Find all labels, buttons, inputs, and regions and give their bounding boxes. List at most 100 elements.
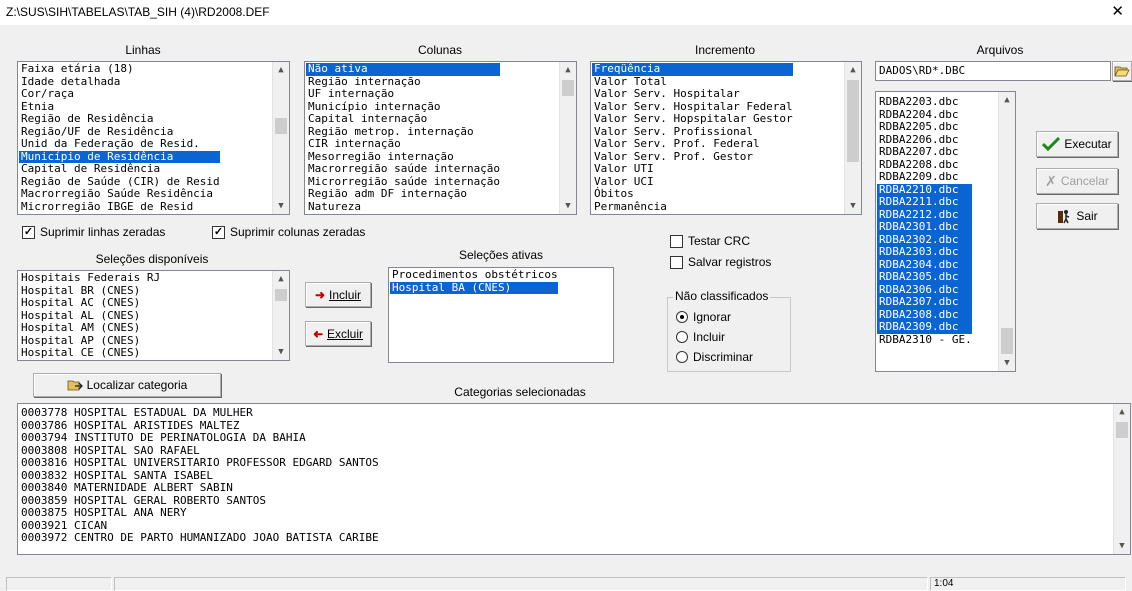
list-item[interactable]: 0003778 HOSPITAL ESTADUAL DA MULHER: [19, 406, 379, 420]
list-item[interactable]: RDBA2205.dbc: [877, 120, 972, 134]
list-item[interactable]: Macrorregião Saúde Residência: [19, 187, 220, 201]
list-item[interactable]: Valor UTI: [592, 162, 793, 176]
list-item[interactable]: Procedimentos obstétricos: [390, 268, 558, 282]
scroll-down-icon[interactable]: ▼: [560, 198, 576, 214]
list-item[interactable]: RDBA2305.dbc: [877, 270, 972, 284]
scroll-down-icon[interactable]: ▼: [845, 198, 861, 214]
arquivos-list[interactable]: RDBA2203.dbc RDBA2204.dbc RDBA2205.dbc RDBA…: [875, 91, 1016, 372]
list-item[interactable]: 0003875 HOSPITAL ANA NERY: [19, 506, 379, 520]
categorias-scrollbar[interactable]: ▲ ▼: [1113, 404, 1130, 554]
list-item[interactable]: Capital de Residência: [19, 162, 220, 176]
linhas-scrollbar[interactable]: ▲ ▼: [272, 62, 289, 214]
colunas-scrollbar[interactable]: ▲ ▼: [559, 62, 576, 214]
list-item[interactable]: RDBA2307.dbc: [877, 295, 972, 309]
radio-button[interactable]: [676, 331, 688, 343]
list-item[interactable]: Cor/raça: [19, 87, 220, 101]
linhas-list[interactable]: Faixa etária (18) Idade detalhada Cor/raça…: [17, 61, 290, 215]
sair-button[interactable]: Sair: [1036, 203, 1118, 229]
radio-discriminar[interactable]: Discriminar: [676, 350, 753, 364]
excluir-button[interactable]: ➜ Excluir: [305, 321, 371, 346]
categorias-list[interactable]: 0003778 HOSPITAL ESTADUAL DA MULHER 00037…: [17, 403, 1131, 555]
executar-button[interactable]: Executar: [1036, 131, 1118, 157]
scroll-thumb[interactable]: [275, 289, 287, 301]
incremento-list[interactable]: Freqüência Valor Total Valor Serv. Hospita…: [590, 61, 862, 215]
suprimir-linhas-checkbox[interactable]: ✓ Suprimir linhas zeradas: [22, 225, 165, 239]
list-item[interactable]: Freqüência: [592, 62, 793, 76]
list-item[interactable]: Região de Residência: [19, 112, 220, 126]
scroll-down-icon[interactable]: ▼: [273, 344, 289, 360]
close-icon[interactable]: ✕: [1111, 3, 1124, 21]
radio-ignorar[interactable]: Ignorar: [676, 310, 731, 324]
list-item[interactable]: RDBA2211.dbc: [877, 195, 972, 209]
selecoes-disponiveis-list[interactable]: Hospitais Federais RJ Hospital BR (CNES) H…: [17, 270, 290, 361]
list-item[interactable]: Microrregião IBGE de Resid: [19, 200, 220, 214]
list-item[interactable]: Hospital CE (CNES): [19, 346, 160, 360]
list-item[interactable]: Permanência: [592, 200, 793, 214]
list-item[interactable]: Faixa etária (18): [19, 62, 220, 76]
list-item[interactable]: Valor Serv. Hopspitalar Gestor: [592, 112, 793, 126]
list-item[interactable]: Hospital BA (CNES): [390, 281, 558, 294]
scroll-thumb[interactable]: [275, 118, 287, 134]
list-item[interactable]: RDBA2303.dbc: [877, 245, 972, 259]
list-item[interactable]: RDBA2301.dbc: [877, 220, 972, 234]
selecoes-ativas-list[interactable]: Procedimentos obstétricos Hospital BA (CN…: [388, 267, 614, 363]
list-item[interactable]: Valor Serv. Hospitalar: [592, 87, 793, 101]
list-item[interactable]: Óbitos: [592, 187, 793, 201]
scroll-down-icon[interactable]: ▼: [999, 355, 1015, 371]
checkbox-box[interactable]: [670, 255, 683, 269]
list-item[interactable]: 0003816 HOSPITAL UNIVERSITARIO PROFESSOR…: [19, 456, 379, 470]
disponiveis-scrollbar[interactable]: ▲ ▼: [272, 271, 289, 360]
arquivos-path-input[interactable]: DADOS\RD*.DBC: [875, 61, 1111, 81]
list-item[interactable]: Hospital AC (CNES): [19, 296, 160, 310]
list-item[interactable]: CIR internação: [306, 137, 500, 151]
cancelar-button[interactable]: ✗ Cancelar: [1036, 168, 1118, 194]
scroll-thumb[interactable]: [847, 80, 859, 162]
scroll-up-icon[interactable]: ▲: [273, 271, 289, 287]
list-item[interactable]: RDBA2207.dbc: [877, 145, 972, 159]
list-item[interactable]: Natureza: [306, 200, 500, 214]
list-item[interactable]: RDBA2203.dbc: [877, 95, 972, 109]
list-item[interactable]: Capital internação: [306, 112, 500, 126]
checkbox-box[interactable]: ✓: [22, 225, 35, 239]
testar-crc-checkbox[interactable]: Testar CRC: [670, 234, 750, 248]
list-item[interactable]: RDBA2309.dbc: [877, 320, 972, 334]
list-item[interactable]: UF internação: [306, 87, 500, 101]
list-item[interactable]: 0003840 MATERNIDADE ALBERT SABIN: [19, 481, 379, 495]
checkbox-box[interactable]: ✓: [212, 225, 225, 239]
incremento-scrollbar[interactable]: ▲ ▼: [844, 62, 861, 214]
scroll-up-icon[interactable]: ▲: [560, 62, 576, 78]
arquivos-scrollbar[interactable]: ▲ ▼: [998, 92, 1015, 371]
list-item[interactable]: Valor Serv. Prof. Federal: [592, 137, 793, 151]
scroll-down-icon[interactable]: ▼: [273, 198, 289, 214]
suprimir-colunas-checkbox[interactable]: ✓ Suprimir colunas zeradas: [212, 225, 365, 239]
list-item[interactable]: Hospitais Federais RJ: [19, 271, 160, 285]
browse-folder-button[interactable]: [1112, 61, 1132, 81]
scroll-up-icon[interactable]: ▲: [1114, 404, 1130, 420]
list-item[interactable]: 0003794 INSTITUTO DE PERINATOLOGIA DA BA…: [19, 431, 379, 445]
localizar-categoria-button[interactable]: Localizar categoria: [33, 373, 221, 397]
scroll-thumb[interactable]: [562, 80, 574, 96]
list-item[interactable]: RDBA2209.dbc: [877, 170, 972, 184]
selecoes-ativas-header: Seleções ativas: [458, 248, 544, 262]
list-item[interactable]: Não ativa: [306, 62, 501, 76]
scroll-thumb[interactable]: [1001, 328, 1013, 354]
salvar-registros-label: Salvar registros: [688, 255, 772, 269]
radio-button[interactable]: [676, 351, 688, 363]
list-item[interactable]: RDBA2310 - GE.: [877, 333, 972, 347]
list-item[interactable]: 0003972 CENTRO DE PARTO HUMANIZADO JOAO …: [19, 531, 379, 545]
radio-incluir[interactable]: Incluir: [676, 330, 725, 344]
scroll-down-icon[interactable]: ▼: [1114, 538, 1130, 554]
incluir-button[interactable]: ➜ Incluir: [305, 282, 371, 307]
colunas-list[interactable]: Não ativa Região internação UF internação M…: [304, 61, 577, 215]
scroll-up-icon[interactable]: ▲: [845, 62, 861, 78]
list-item[interactable]: Hospital AM (CNES): [19, 321, 160, 335]
scroll-up-icon[interactable]: ▲: [273, 62, 289, 78]
list-item[interactable]: Unid da Federação de Resid.: [19, 137, 220, 151]
salvar-registros-checkbox[interactable]: Salvar registros: [670, 255, 771, 269]
list-item[interactable]: Região adm DF internação: [306, 187, 500, 201]
scroll-thumb[interactable]: [1116, 422, 1128, 438]
scroll-up-icon[interactable]: ▲: [999, 92, 1015, 108]
radio-button[interactable]: [676, 311, 688, 323]
checkbox-box[interactable]: [670, 234, 683, 248]
list-item[interactable]: Macrorregião saúde internação: [306, 162, 500, 176]
